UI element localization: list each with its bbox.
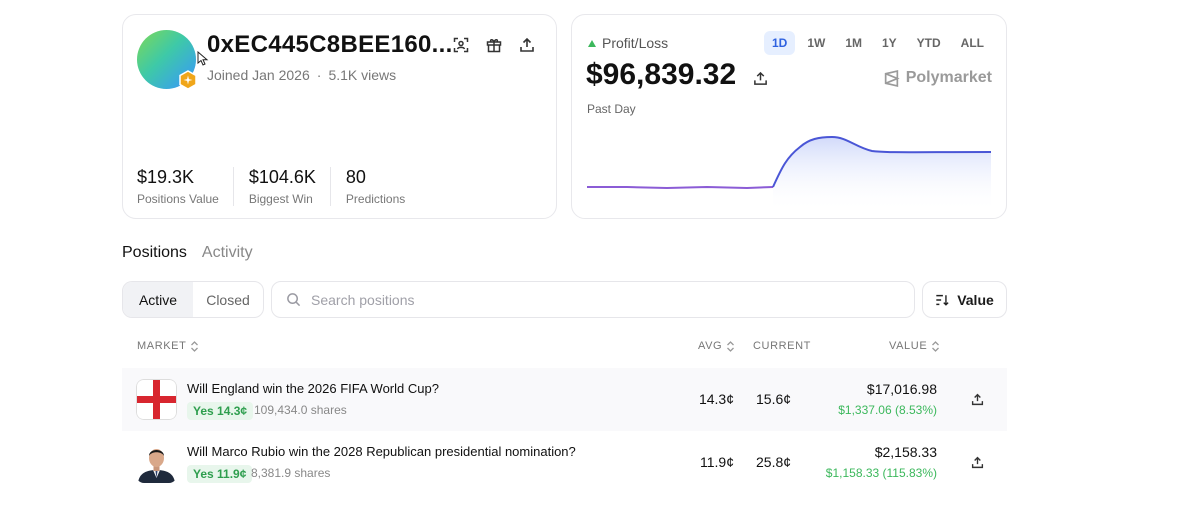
header-label: VALUE [889, 340, 928, 352]
sort-chevrons-icon [932, 340, 940, 352]
share-position-button[interactable] [969, 454, 985, 470]
stat-value: 80 [345, 167, 366, 187]
stat-label: Predictions [345, 192, 406, 206]
pnl-label: Profit/Loss [602, 35, 669, 51]
avg-price: 11.9¢ [700, 454, 734, 470]
header-label: CURRENT [753, 340, 811, 352]
profile-handle: 0xEC445C8BEE160... [207, 31, 453, 58]
verified-badge-icon [179, 70, 197, 90]
position-change: $1,158.33 (115.83%) [825, 466, 937, 480]
table-row[interactable]: Will Marco Rubio win the 2028 Republican… [122, 431, 1007, 494]
position-change: $1,337.06 (8.53%) [838, 403, 937, 417]
market-title[interactable]: Will England win the 2026 FIFA World Cup… [187, 381, 439, 396]
share-icon [971, 393, 983, 405]
range-1d[interactable]: 1D [763, 31, 796, 55]
brand-name: Polymarket [905, 69, 992, 86]
share-profile-button[interactable] [517, 35, 537, 55]
pnl-line-flat [587, 185, 774, 190]
share-icon [971, 456, 983, 468]
tab-positions[interactable]: Positions [122, 244, 187, 262]
profile-card: 0xEC445C8BEE160... Joined Jan 2026 · 5.1K … [122, 14, 557, 219]
column-header-value[interactable]: VALUE [889, 340, 940, 352]
trend-up-icon [588, 39, 596, 47]
position-value: $17,016.98 [866, 381, 937, 397]
filter-closed-button[interactable]: Closed [193, 282, 263, 317]
status-toggle: Active Closed [122, 281, 264, 318]
sort-value-button[interactable]: Value [922, 281, 1007, 318]
meta-separator: · [316, 67, 322, 83]
stat-label: Positions Value [137, 192, 219, 206]
current-price: 15.6¢ [756, 391, 792, 407]
search-input[interactable] [311, 291, 871, 308]
range-ytd[interactable]: YTD [909, 31, 949, 55]
polymarket-logo-icon [884, 69, 900, 87]
joined-date: Joined Jan 2026 [207, 67, 310, 83]
share-count: 109,434.0 shares [254, 403, 347, 417]
gift-button[interactable] [484, 35, 504, 55]
brand: Polymarket [883, 69, 992, 87]
stat-label: Biggest Win [248, 192, 313, 206]
search-bar [271, 281, 915, 318]
person-portrait-icon [136, 442, 177, 483]
sort-chevrons-icon [727, 340, 735, 352]
share-pnl-button[interactable] [751, 69, 769, 87]
search-icon [287, 293, 301, 307]
profile-meta: Joined Jan 2026 · 5.1K views [207, 67, 396, 83]
pnl-value: $96,839.32 [586, 58, 737, 91]
scan-icon [453, 37, 469, 53]
portfolio-tabs: Positions Activity [122, 244, 253, 262]
pnl-header: Profit/Loss [588, 35, 668, 51]
scan-qr-button[interactable] [451, 35, 471, 55]
stat-value: $104.6K [248, 167, 316, 187]
range-1m[interactable]: 1M [837, 31, 870, 55]
england-flag-icon [136, 379, 177, 420]
stat-value: $19.3K [137, 167, 195, 187]
market-title[interactable]: Will Marco Rubio win the 2028 Republican… [187, 444, 576, 459]
profile-stats: $19.3K Positions Value $104.6K Biggest W… [137, 167, 434, 206]
current-price: 25.8¢ [756, 454, 792, 470]
header-label: MARKET [137, 340, 187, 352]
column-header-avg[interactable]: AVG [698, 340, 735, 352]
position-value: $2,158.33 [874, 444, 937, 460]
column-header-current: CURRENT [753, 340, 811, 352]
range-1w[interactable]: 1W [799, 31, 833, 55]
sort-icon [936, 294, 949, 306]
table-row[interactable]: Will England win the 2026 FIFA World Cup… [122, 368, 1007, 431]
gift-icon [486, 39, 502, 53]
share-icon [520, 37, 534, 52]
stat-positions-value: $19.3K Positions Value [137, 167, 234, 206]
stat-predictions: 80 Predictions [346, 167, 419, 206]
view-count: 5.1K views [328, 67, 397, 83]
stat-biggest-win: $104.6K Biggest Win [249, 167, 331, 206]
share-position-button[interactable] [969, 391, 985, 407]
share-count: 8,381.9 shares [251, 466, 331, 480]
outcome-badge: Yes 11.9¢ [187, 465, 253, 483]
range-all[interactable]: ALL [953, 31, 992, 55]
outcome-badge: Yes 14.3¢ [187, 402, 254, 420]
range-1y[interactable]: 1Y [874, 31, 905, 55]
sort-label: Value [957, 291, 994, 308]
profit-loss-card: Profit/Loss 1D 1W 1M 1Y YTD ALL $96,839.… [571, 14, 1007, 219]
pnl-area [773, 137, 991, 212]
pnl-period: Past Day [587, 102, 636, 116]
share-icon [753, 71, 767, 85]
column-header-market[interactable]: MARKET [137, 340, 199, 352]
tab-activity[interactable]: Activity [202, 244, 253, 262]
sort-chevrons-icon [191, 340, 199, 352]
time-range-selector: 1D 1W 1M 1Y YTD ALL [763, 31, 992, 55]
pnl-chart [587, 135, 991, 212]
filter-active-button[interactable]: Active [123, 282, 193, 317]
avg-price: 14.3¢ [698, 391, 734, 407]
header-label: AVG [698, 340, 723, 352]
